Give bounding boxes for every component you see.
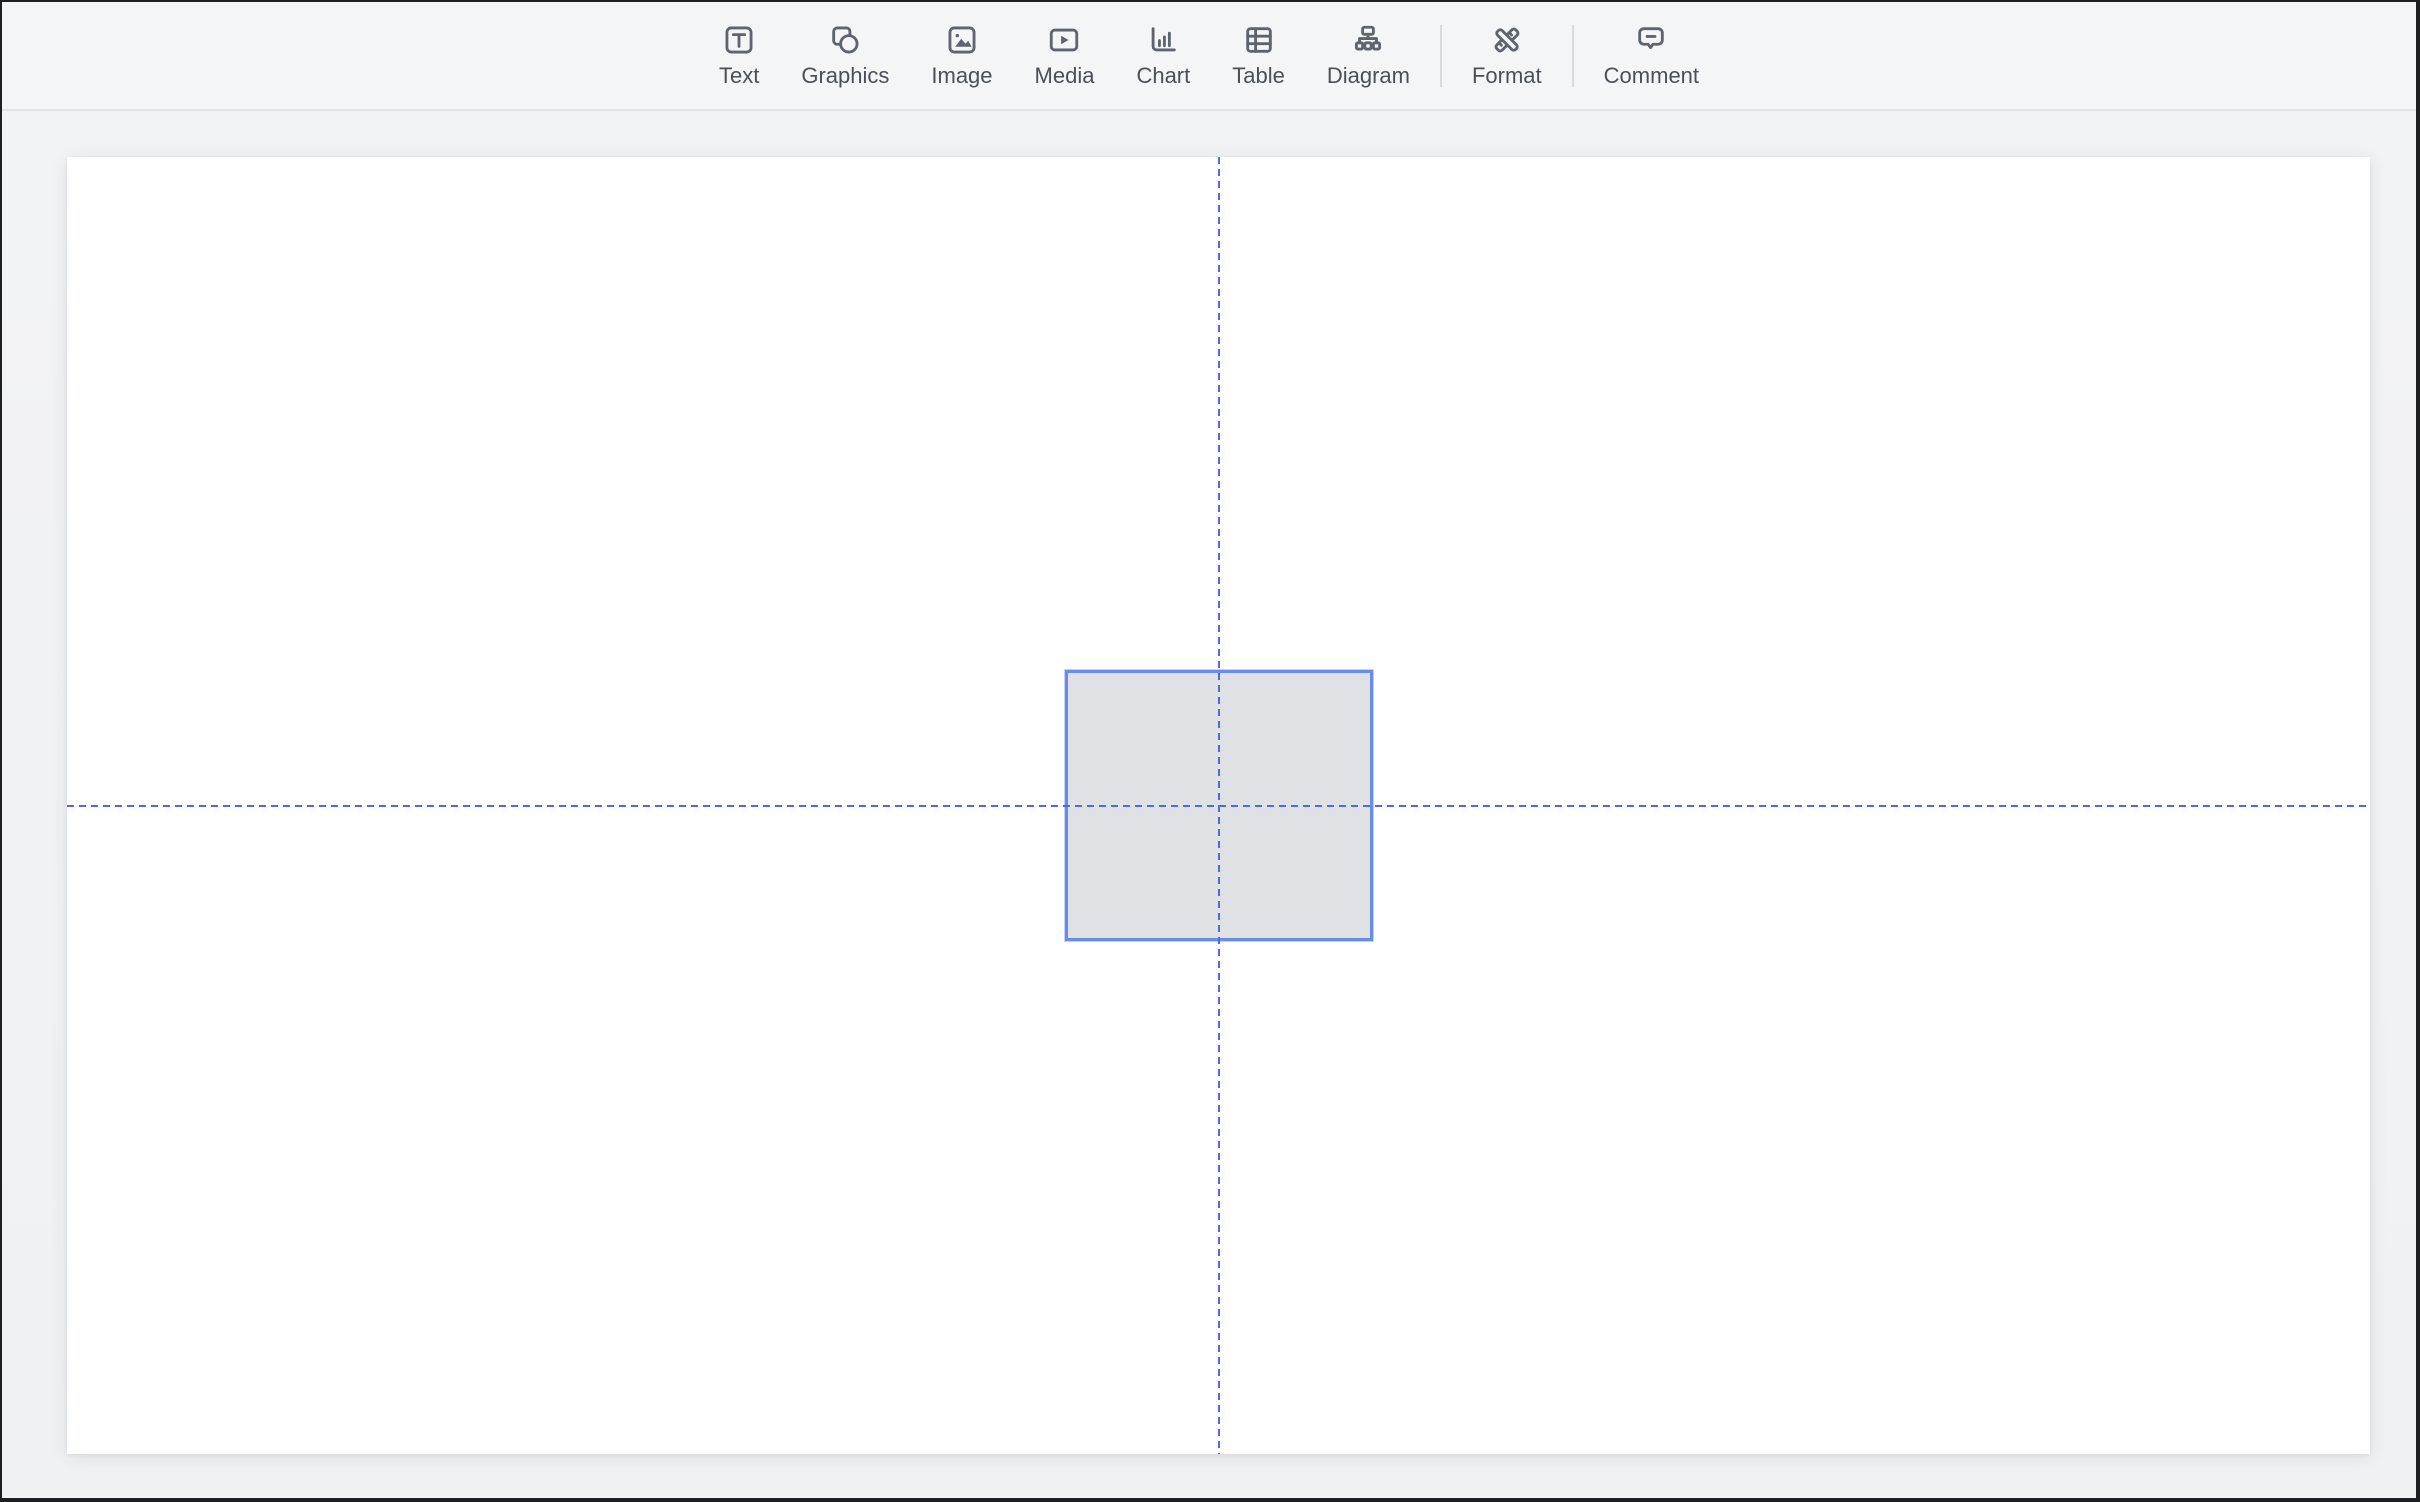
comment-icon xyxy=(1634,23,1668,57)
toolbar-group-divider xyxy=(1440,25,1442,87)
toolbar-label: Chart xyxy=(1136,64,1190,88)
format-icon xyxy=(1490,23,1524,57)
toolbar-button-table[interactable]: Table xyxy=(1211,23,1306,88)
text-icon xyxy=(722,23,756,57)
toolbar-button-diagram[interactable]: Diagram xyxy=(1306,23,1431,88)
selected-rectangle-shape[interactable] xyxy=(1065,670,1373,941)
editor-area xyxy=(2,111,2416,1496)
toolbar-button-comment[interactable]: Comment xyxy=(1583,23,1720,88)
table-icon xyxy=(1242,23,1276,57)
chart-icon xyxy=(1146,23,1180,57)
app-window: Text Graphics Image xyxy=(0,0,2420,1502)
toolbar-label: Comment xyxy=(1604,64,1699,88)
image-icon xyxy=(945,23,979,57)
toolbar: Text Graphics Image xyxy=(2,2,2416,111)
toolbar-button-image[interactable]: Image xyxy=(910,23,1013,88)
toolbar-label: Format xyxy=(1472,64,1542,88)
diagram-icon xyxy=(1351,23,1385,57)
toolbar-button-format[interactable]: Format xyxy=(1451,23,1563,88)
toolbar-button-media[interactable]: Media xyxy=(1014,23,1116,88)
toolbar-label: Diagram xyxy=(1327,64,1410,88)
media-icon xyxy=(1047,23,1081,57)
toolbar-label: Media xyxy=(1035,64,1095,88)
toolbar-label: Graphics xyxy=(801,64,889,88)
toolbar-label: Table xyxy=(1232,64,1285,88)
graphics-icon xyxy=(828,23,862,57)
toolbar-button-chart[interactable]: Chart xyxy=(1115,23,1211,88)
toolbar-button-text[interactable]: Text xyxy=(698,23,780,88)
document-canvas[interactable] xyxy=(67,157,2370,1454)
toolbar-group-divider xyxy=(1572,25,1574,87)
toolbar-label: Image xyxy=(931,64,992,88)
toolbar-button-graphics[interactable]: Graphics xyxy=(780,23,910,88)
toolbar-label: Text xyxy=(719,64,759,88)
